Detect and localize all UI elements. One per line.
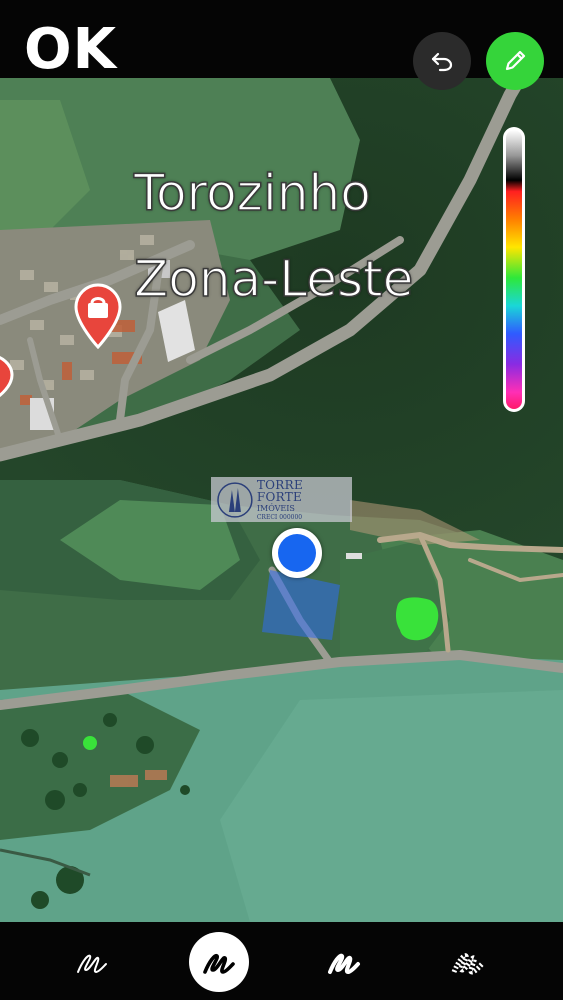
pencil-icon <box>505 50 526 71</box>
watermark-extra: CRECI 000000 <box>256 513 303 521</box>
marker-tool-button[interactable] <box>189 932 249 992</box>
place-label-line1: Torozinho <box>133 164 371 222</box>
brush-toolbar <box>0 922 563 1000</box>
neon-stroke-icon <box>328 953 360 974</box>
undo-icon <box>431 52 453 72</box>
pen-color-button[interactable] <box>486 32 544 90</box>
watermark-name: TORRE FORTE <box>256 477 304 504</box>
neon-tool-button[interactable] <box>314 932 374 992</box>
pen-stroke-icon <box>77 954 107 973</box>
watermark-subtitle: IMÓVEIS <box>256 503 295 513</box>
current-location-dot <box>272 528 322 578</box>
tower-logo-icon <box>217 481 253 518</box>
top-toolbar: OK <box>0 0 563 78</box>
place-label-line2: Zona-Leste <box>133 250 414 308</box>
marker-stroke-icon <box>203 953 235 974</box>
color-spectrum-track <box>506 130 522 409</box>
watermark-logo: TORRE FORTE IMÓVEIS CRECI 000000 <box>211 477 352 522</box>
pen-tool-button[interactable] <box>62 932 122 992</box>
color-spectrum-slider[interactable] <box>503 127 525 412</box>
ok-button[interactable]: OK <box>24 22 117 78</box>
pattern-tool-button[interactable] <box>438 932 498 992</box>
undo-button[interactable] <box>413 32 471 90</box>
pattern-stroke-icon <box>451 953 484 975</box>
